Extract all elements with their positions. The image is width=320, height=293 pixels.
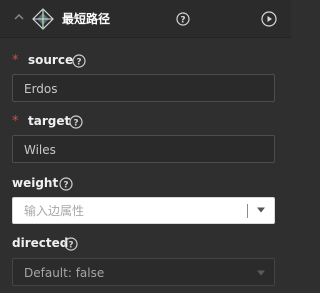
combobox-divider (247, 204, 248, 218)
panel-title: 最短路径 (62, 12, 111, 26)
target-value: Wiles (24, 143, 56, 157)
help-circle-icon[interactable]: ? (176, 12, 190, 26)
svg-text:?: ? (73, 118, 78, 128)
svg-text:?: ? (76, 57, 81, 67)
weight-combobox (12, 197, 275, 224)
directed-help-icon[interactable]: ? (64, 237, 78, 251)
chevron-up-icon[interactable] (12, 10, 26, 24)
path-diamond-icon (32, 8, 54, 30)
directed-label: directed (12, 236, 69, 250)
caret-down-icon (257, 270, 265, 276)
required-mark: * (12, 53, 19, 68)
panel-header: 最短路径 ? (0, 0, 291, 38)
caret-down-icon[interactable] (256, 206, 266, 214)
source-input[interactable]: Erdos (12, 74, 275, 102)
svg-text:?: ? (63, 180, 68, 190)
source-help-icon[interactable]: ? (72, 54, 86, 68)
source-value: Erdos (24, 82, 58, 96)
directed-selected-value: Default: false (24, 266, 105, 280)
directed-select[interactable]: Default: false (12, 258, 275, 286)
svg-text:?: ? (68, 240, 73, 250)
target-help-icon[interactable]: ? (69, 115, 83, 129)
target-input[interactable]: Wiles (12, 135, 275, 163)
weight-input[interactable] (13, 198, 245, 223)
play-circle-icon[interactable] (261, 11, 277, 27)
svg-text:?: ? (180, 15, 185, 25)
weight-label: weight (12, 176, 59, 190)
source-label: source (28, 53, 74, 67)
weight-help-icon[interactable]: ? (59, 177, 73, 191)
target-label: target (28, 114, 71, 128)
required-mark: * (12, 114, 19, 129)
